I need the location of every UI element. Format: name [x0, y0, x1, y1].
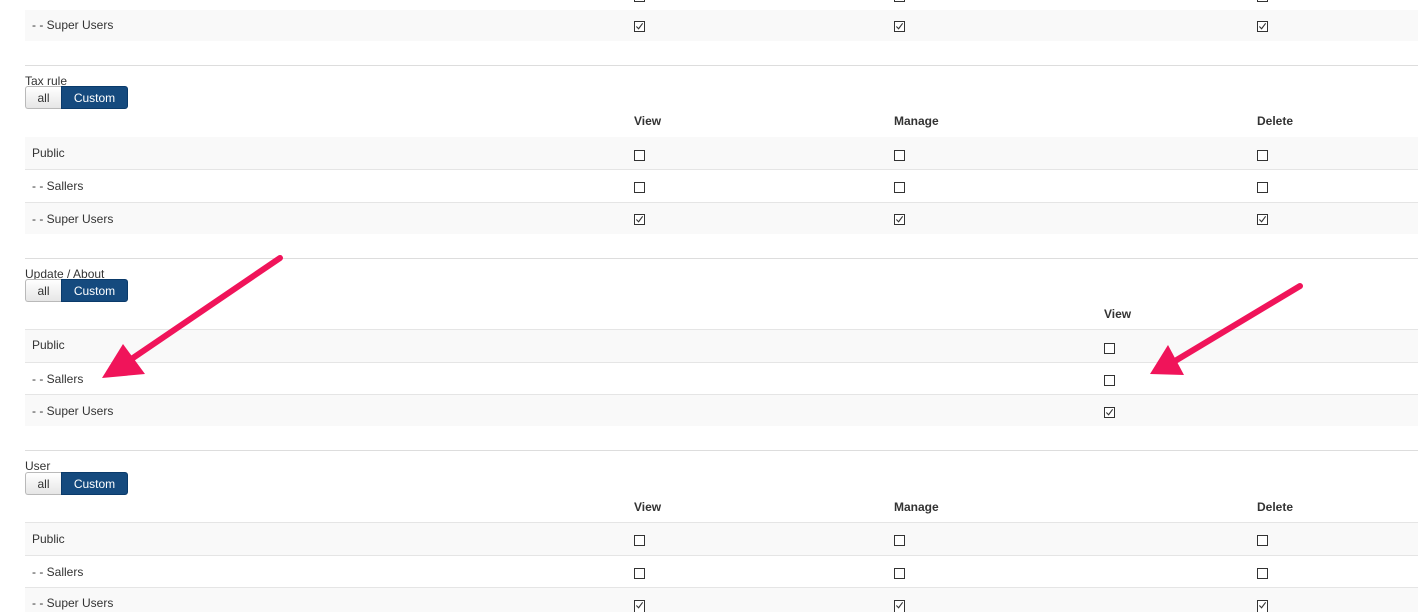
annotation-arrow-right: [1150, 283, 1303, 375]
annotation-arrows: [102, 255, 1303, 378]
annotation-arrow-left: [102, 255, 283, 378]
